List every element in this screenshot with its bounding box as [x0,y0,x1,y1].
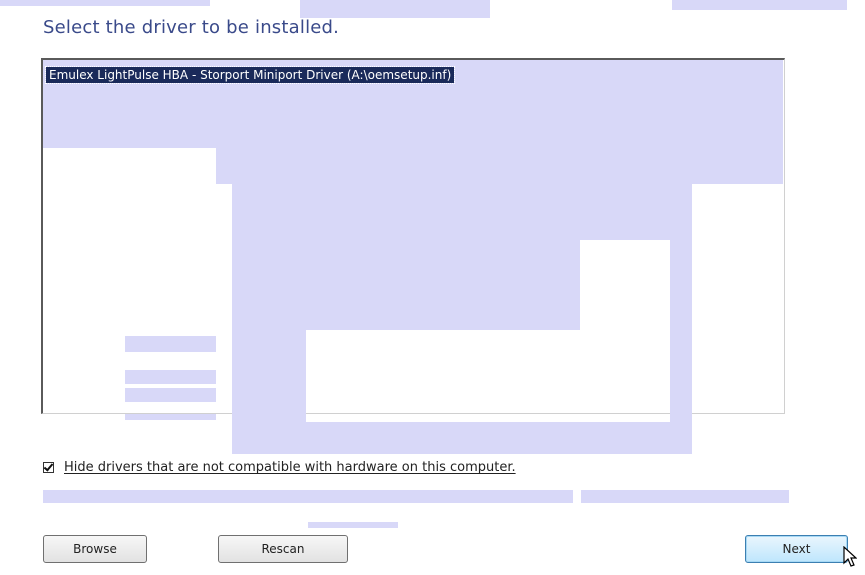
redaction-block [300,0,490,18]
redaction-block [581,490,789,503]
page-title: Select the driver to be installed. [43,17,340,38]
redaction-block [306,422,670,454]
redaction-block [672,0,847,10]
redaction-block [670,330,692,454]
redaction-block [125,414,216,420]
redaction-block [0,0,210,6]
redaction-block [125,370,216,384]
browse-button[interactable]: Browse [43,535,147,563]
redaction-block [308,522,398,528]
hide-incompatible-option[interactable]: Hide drivers that are not compatible wit… [43,459,516,475]
redaction-block [670,240,692,330]
redaction-block [232,240,580,330]
redaction-block [125,336,216,352]
redaction-block [232,330,306,454]
checkbox-check-icon[interactable] [43,461,54,473]
mouse-cursor-icon [843,546,857,567]
redaction-block [43,490,573,503]
redaction-block [232,184,692,240]
next-button[interactable]: Next [745,535,848,563]
hide-incompatible-label: Hide drivers that are not compatible wit… [64,459,516,475]
redaction-block [125,388,216,402]
driver-list-item-selected[interactable]: Emulex LightPulse HBA - Storport Minipor… [44,66,456,84]
rescan-button[interactable]: Rescan [218,535,348,563]
redaction-block [216,148,783,184]
